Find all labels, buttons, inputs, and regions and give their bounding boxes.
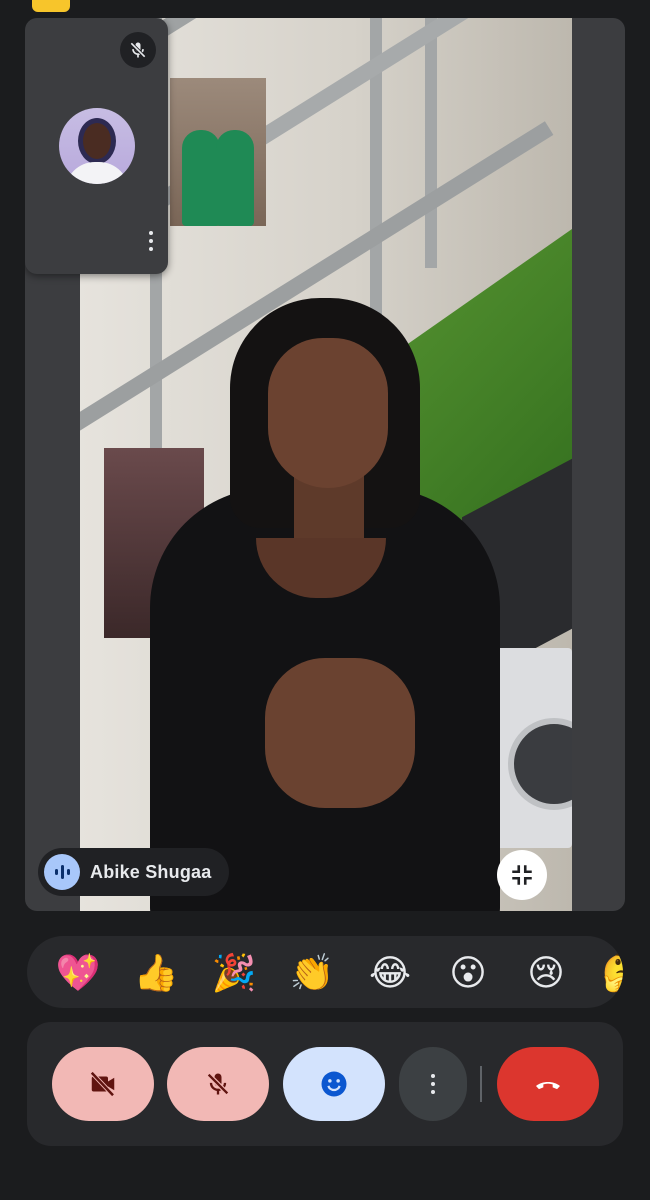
dot [431,1082,435,1086]
self-tile-more-button[interactable] [141,226,161,256]
dot [149,239,153,243]
participant-name-chip: Abike Shugaa [38,848,230,896]
speaking-indicator-icon [44,854,80,890]
speaking-bar [66,869,70,875]
participant-hands [265,658,415,808]
avatar-head [78,118,116,164]
collapse-icon [512,865,532,885]
emoji-icon [321,1071,347,1097]
dot [431,1090,435,1094]
participant-name: Abike Shugaa [90,861,212,882]
reaction-thumbs-up[interactable]: 👍 [131,948,181,998]
mic-toggle-button[interactable] [167,1047,269,1121]
reaction-thinking[interactable]: 🤔 [599,948,623,998]
status-indicator [32,0,70,12]
mic-off-icon [130,42,146,58]
dot [149,247,153,251]
reactions-button[interactable] [283,1047,385,1121]
video-poster-figure [216,130,254,226]
controls-divider [480,1066,482,1102]
meeting-stage: Abike Shugaa [25,18,625,911]
self-view-tile[interactable] [25,18,168,274]
video-washing-machine [488,648,572,848]
call-controls-bar [27,1022,623,1146]
more-vert-icon [149,231,153,235]
reaction-tears-of-joy[interactable]: 😂 [365,948,415,998]
more-options-button[interactable] [399,1047,467,1121]
speaking-bar [60,865,64,879]
mic-off-icon [207,1073,229,1095]
reaction-clapping-hands[interactable]: 👏 [287,948,337,998]
video-poster [170,78,266,226]
avatar [59,108,135,184]
video-rail [425,18,437,268]
reaction-surprised[interactable]: 😮 [443,948,493,998]
reaction-party-popper[interactable]: 🎉 [209,948,259,998]
leave-call-button[interactable] [497,1047,599,1121]
reaction-crying[interactable]: 😢 [521,948,571,998]
participant-face [268,338,388,488]
camera-toggle-button[interactable] [52,1047,154,1121]
self-mic-off-indicator [120,32,156,68]
avatar-shoulders [65,162,129,184]
speaking-bar [54,869,58,875]
video-poster-figure [182,130,220,226]
reactions-bar: 💖 👍 🎉 👏 😂 😮 😢 🤔 [27,936,623,1008]
more-vert-icon [431,1074,435,1078]
camera-off-icon [90,1071,115,1097]
collapse-button[interactable] [497,850,547,900]
reaction-sparkling-heart[interactable]: 💖 [53,948,103,998]
call-end-icon [536,1082,560,1090]
